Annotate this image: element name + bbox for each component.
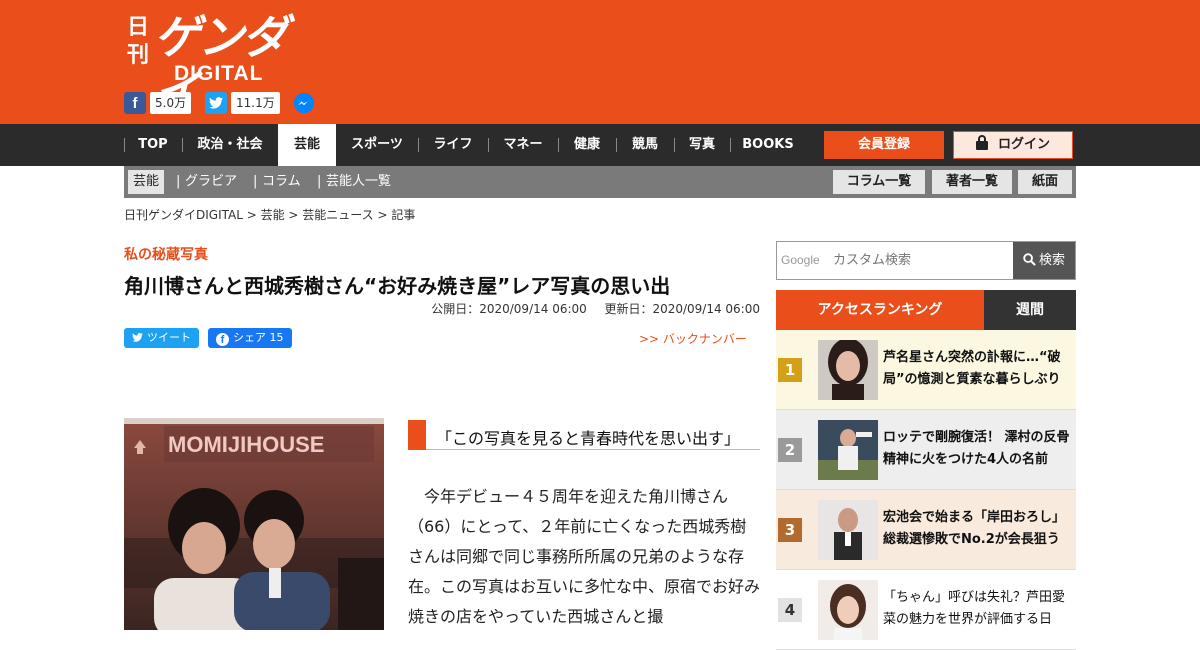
lock-icon xyxy=(975,134,988,160)
nav-books[interactable]: BOOKS xyxy=(730,124,806,166)
ranking-tabs: アクセスランキング 週間 xyxy=(776,290,1076,330)
article-photo[interactable]: MOMIJIHOUSE xyxy=(124,418,384,630)
rank-thumbnail xyxy=(818,500,878,560)
rank-number: 1 xyxy=(778,358,802,382)
register-button[interactable]: 会員登録 xyxy=(824,131,944,159)
subnav-celebrities[interactable]: 芸能人一覧 xyxy=(326,166,391,198)
article-dates: 公開日：2020/09/14 06:00 更新日：2020/09/14 06:0… xyxy=(431,300,760,317)
facebook-count: 5.0万 xyxy=(150,92,192,114)
share-label: シェア 15 xyxy=(233,331,284,344)
nav-keiba[interactable]: 競馬 xyxy=(616,124,674,166)
subheading-accent xyxy=(408,420,426,450)
rank-headline: 宏池会で始まる「岸田おろし」総裁選惨敗でNo.2が会長狙う xyxy=(883,510,1066,547)
rank-thumbnail xyxy=(818,420,878,480)
nav-health[interactable]: 健康 xyxy=(558,124,616,166)
site-header: 日 刊 ゲンダイ DIGITAL f 5.0万 11.1万 xyxy=(0,0,1200,124)
subnav-sep: | xyxy=(253,174,258,189)
sub-nav: 芸能 | グラビア | コラム | 芸能人一覧 コラム一覧 著者一覧 紙面 xyxy=(124,166,1076,198)
nav-entertainment[interactable]: 芸能 xyxy=(278,124,336,166)
google-label: Google xyxy=(781,253,820,267)
rank-headline: 芦名星さん突然の訃報に…“破局”の憶測と質素な暮らしぶり xyxy=(883,350,1061,387)
article-category[interactable]: 私の秘蔵写真 xyxy=(124,244,208,264)
tab-access-ranking[interactable]: アクセスランキング xyxy=(776,290,984,330)
twitter-icon xyxy=(205,92,227,114)
nav-life[interactable]: ライフ xyxy=(418,124,488,166)
tweet-button[interactable]: ツイート xyxy=(124,328,199,348)
article-title: 角川博さんと西城秀樹さん“お好み焼き屋”レア写真の思い出 xyxy=(124,274,671,298)
messenger-share[interactable] xyxy=(293,91,315,115)
paper-button[interactable]: 紙面 xyxy=(1018,170,1072,194)
nav-money[interactable]: マネー xyxy=(488,124,558,166)
facebook-icon: f xyxy=(124,92,146,114)
column-list-button[interactable]: コラム一覧 xyxy=(833,170,925,194)
subnav-sep: | xyxy=(317,174,322,189)
facebook-follow[interactable]: f 5.0万 xyxy=(124,91,192,115)
subheading-text: 「この写真を見ると青春時代を思い出す」 xyxy=(436,429,741,448)
facebook-icon: f xyxy=(216,333,229,346)
search-button-label: 検索 xyxy=(1038,253,1065,268)
rank-headline: ロッテで剛腕復活！ 澤村の反骨精神に火をつけた4人の名前 xyxy=(883,430,1070,467)
rank-thumbnail xyxy=(818,580,878,640)
site-logo[interactable]: 日 刊 ゲンダイ DIGITAL xyxy=(126,10,316,118)
twitter-follow[interactable]: 11.1万 xyxy=(205,91,280,115)
nav-photo[interactable]: 写真 xyxy=(674,124,730,166)
article-paragraph: 今年デビュー４５周年を迎えた角川博さん（66）にとって、２年前に亡くなった西城秀… xyxy=(408,487,761,626)
backnumber-link[interactable]: >> バックナンバー xyxy=(639,330,747,347)
messenger-icon xyxy=(293,92,315,114)
twitter-count: 11.1万 xyxy=(231,92,280,114)
nav-politics[interactable]: 政治・社会 xyxy=(182,124,278,166)
published-date: 公開日：2020/09/14 06:00 xyxy=(431,302,587,316)
rank-number: 2 xyxy=(778,438,802,462)
article-subheading: 「この写真を見ると青春時代を思い出す」 xyxy=(408,420,760,450)
rank-thumbnail xyxy=(818,340,878,400)
updated-date: 更新日：2020/09/14 06:00 xyxy=(604,302,760,316)
facebook-share-button[interactable]: f シェア 15 xyxy=(208,328,292,348)
rank-number: 4 xyxy=(778,598,802,622)
search-button[interactable]: 検索 xyxy=(1013,242,1075,279)
login-button[interactable]: ログイン xyxy=(953,131,1073,159)
ranking-item[interactable]: 2 ロッテで剛腕復活！ 澤村の反骨精神に火をつけた4人の名前 xyxy=(776,410,1076,490)
login-label: ログイン xyxy=(997,137,1050,152)
search-icon xyxy=(1023,244,1036,281)
ranking-item[interactable]: 4 「ちゃん」呼びは失礼？芦田愛菜の魅力を世界が評価する日 xyxy=(776,570,1076,650)
tweet-label: ツイート xyxy=(147,331,191,344)
nav-top[interactable]: TOP xyxy=(124,124,182,166)
nav-sports[interactable]: スポーツ xyxy=(336,124,418,166)
subnav-sep: | xyxy=(176,174,181,189)
subnav-entertainment[interactable]: 芸能 xyxy=(128,170,165,194)
ranking-item[interactable]: 3 宏池会で始まる「岸田おろし」総裁選惨敗でNo.2が会長狙う xyxy=(776,490,1076,570)
rank-headline: 「ちゃん」呼びは失礼？芦田愛菜の魅力を世界が評価する日 xyxy=(883,590,1066,627)
subnav-gravure[interactable]: グラビア xyxy=(185,166,237,198)
author-list-button[interactable]: 著者一覧 xyxy=(932,170,1012,194)
logo-sub-text: DIGITAL xyxy=(174,62,264,85)
subnav-column[interactable]: コラム xyxy=(262,166,301,198)
ranking-item[interactable]: 1 芦名星さん突然の訃報に…“破局”の憶測と質素な暮らしぶり xyxy=(776,330,1076,410)
rank-number: 3 xyxy=(778,518,802,542)
logo-kanji: 日 刊 xyxy=(126,15,149,68)
tab-weekly[interactable]: 週間 xyxy=(984,290,1076,330)
breadcrumb[interactable]: 日刊ゲンダイDIGITAL > 芸能 > 芸能ニュース > 記事 xyxy=(124,206,415,223)
svg-text:MOMIJIHOUSE: MOMIJIHOUSE xyxy=(168,432,324,457)
twitter-icon xyxy=(132,329,143,349)
article-body: 今年デビュー４５周年を迎えた角川博さん（66）にとって、２年前に亡くなった西城秀… xyxy=(408,482,760,632)
site-search: Google 検索 xyxy=(776,241,1076,280)
